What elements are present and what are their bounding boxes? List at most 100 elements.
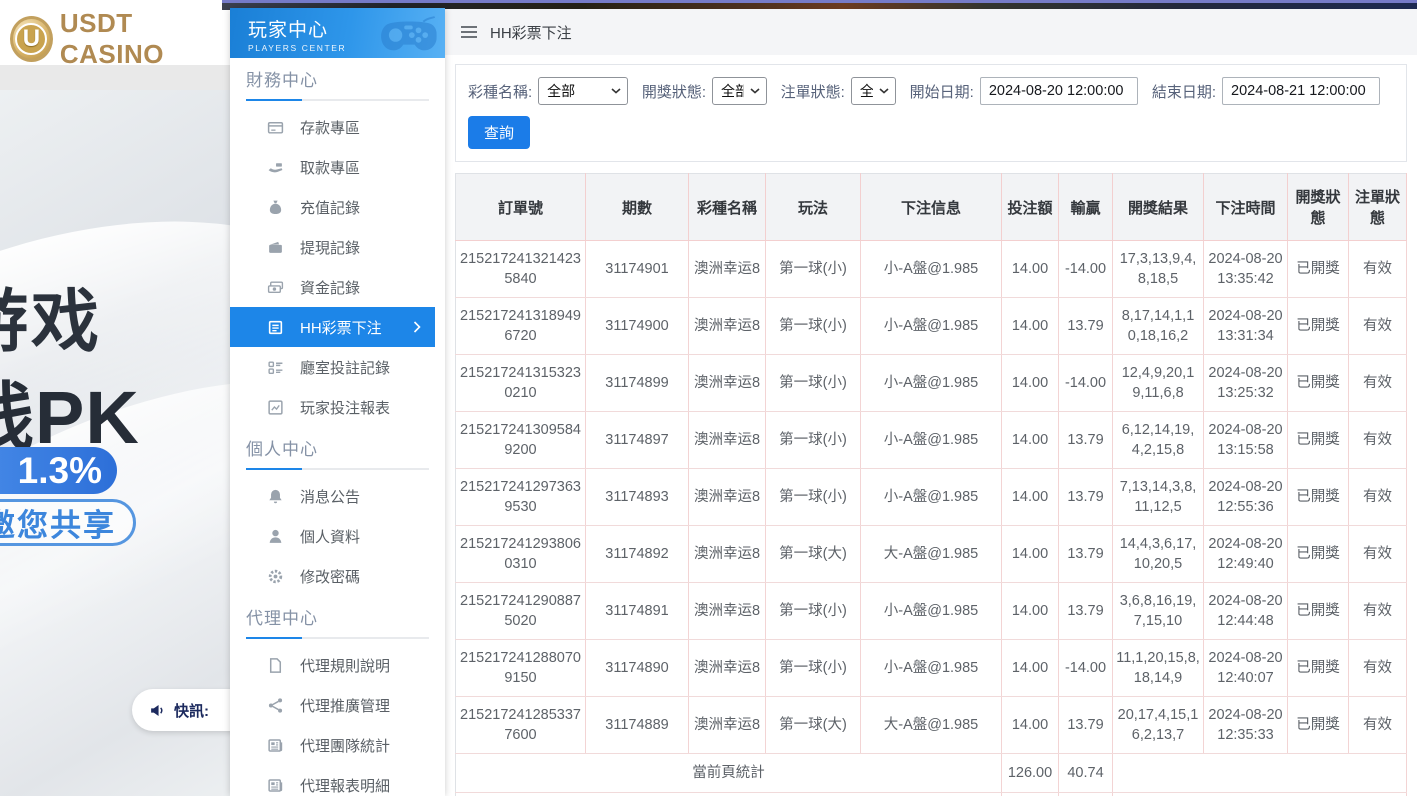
table-cell: 2152172412880709150: [456, 640, 586, 697]
sidebar-item-hh-lottery-bets[interactable]: HH彩票下注: [230, 307, 435, 347]
summary-empty: [1113, 754, 1407, 793]
lottery-name-select[interactable]: 全部: [538, 77, 628, 105]
table-row: 215217241285337760031174889澳洲幸运8第一球(大)大-…: [456, 697, 1407, 754]
section-divider: [246, 99, 429, 101]
summary-bet-total: 126.00: [1002, 793, 1059, 796]
table-cell: 20,17,4,15,16,2,13,7: [1113, 697, 1204, 754]
sidebar-item-profile[interactable]: 個人資料: [230, 516, 435, 556]
column-header: 訂單號: [456, 174, 586, 241]
table-cell: 澳洲幸运8: [689, 697, 766, 754]
sidebar-item-funds-record[interactable]: 資金記錄: [230, 267, 435, 307]
table-cell: 2024-08-20 12:44:48: [1204, 583, 1288, 640]
sidebar-section-title: 個人中心: [230, 427, 445, 470]
table-cell: 14.00: [1002, 412, 1059, 469]
table-row: 215217241297363953031174893澳洲幸运8第一球(小)小-…: [456, 469, 1407, 526]
table-cell: 2024-08-20 13:31:34: [1204, 298, 1288, 355]
end-date-input[interactable]: [1222, 77, 1380, 105]
banner-headline-1: 游戏: [0, 266, 102, 365]
table-row: 215217241315323021031174899澳洲幸运8第一球(小)小-…: [456, 355, 1407, 412]
table-row: 215217241318949672031174900澳洲幸运8第一球(小)小-…: [456, 298, 1407, 355]
sidebar-item-change-password[interactable]: 修改密碼: [230, 556, 435, 596]
table-cell: 31174900: [586, 298, 689, 355]
summary-row: 總統計126.0040.74: [456, 793, 1407, 796]
table-cell: 第一球(小): [766, 241, 861, 298]
table-cell: 小-A盤@1.985: [861, 583, 1002, 640]
news-icon: [266, 737, 284, 754]
table-cell: 13.79: [1059, 697, 1113, 754]
table-cell: 17,3,13,9,4,8,18,5: [1113, 241, 1204, 298]
summary-row: 當前頁統計126.0040.74: [456, 754, 1407, 793]
sidebar-item-withdraw-zone[interactable]: 取款專區: [230, 147, 435, 187]
table-cell: 12,4,9,20,19,11,6,8: [1113, 355, 1204, 412]
table-cell: 11,1,20,15,8,18,14,9: [1113, 640, 1204, 697]
table-cell: 大-A盤@1.985: [861, 697, 1002, 754]
start-date-input[interactable]: [980, 77, 1138, 105]
table-cell: 2024-08-20 12:49:40: [1204, 526, 1288, 583]
table-cell: 2024-08-20 12:40:07: [1204, 640, 1288, 697]
table-cell: 2152172412973639530: [456, 469, 586, 526]
sidebar-item-cashout-record[interactable]: 提現記錄: [230, 227, 435, 267]
sidebar-item-room-bet-record[interactable]: 廳室投註記錄: [230, 347, 435, 387]
order-status-select[interactable]: 全部: [851, 77, 896, 105]
gear-icon: [266, 568, 284, 585]
screen: U USDT CASINO 游戏 线PK 1.3% 邀您共享 快訊:: [0, 0, 1417, 796]
table-row: 215217241293806031031174892澳洲幸运8第一球(大)大-…: [456, 526, 1407, 583]
table-cell: 31174899: [586, 355, 689, 412]
money-bag-icon: [266, 199, 284, 216]
bell-icon: [266, 488, 284, 505]
draw-status-select[interactable]: 全部: [712, 77, 767, 105]
table-cell: 31174889: [586, 697, 689, 754]
sidebar-item-agent-rules[interactable]: 代理規則說明: [230, 645, 435, 685]
sidebar-item-label: 代理推廣管理: [300, 695, 390, 716]
table-cell: 2024-08-20 12:35:33: [1204, 697, 1288, 754]
sidebar-item-player-bet-report[interactable]: 玩家投注報表: [230, 387, 435, 427]
sidebar-item-label: 提現記錄: [300, 237, 360, 258]
table-cell: 澳洲幸运8: [689, 526, 766, 583]
table-cell: 2152172413095849200: [456, 412, 586, 469]
news-ticker[interactable]: 快訊:: [132, 689, 230, 731]
draw-status-label: 開獎狀態:: [642, 81, 706, 102]
sidebar-item-agent-team-stats[interactable]: 代理團隊統計: [230, 725, 435, 765]
table-cell: 有效: [1349, 526, 1407, 583]
sidebar-item-label: 充值記錄: [300, 197, 360, 218]
column-header: 注單狀態: [1349, 174, 1407, 241]
table-cell: 2152172412938060310: [456, 526, 586, 583]
table-cell: 澳洲幸运8: [689, 355, 766, 412]
site-header-band: U USDT CASINO: [0, 0, 230, 65]
sidebar-item-recharge-record[interactable]: 充值記錄: [230, 187, 435, 227]
sidebar-item-agent-promotion[interactable]: 代理推廣管理: [230, 685, 435, 725]
hamburger-icon[interactable]: [460, 25, 478, 39]
gamepad-icon: [379, 16, 437, 58]
table-cell: 有效: [1349, 697, 1407, 754]
table-cell: 3,6,8,16,19,7,15,10: [1113, 583, 1204, 640]
card-icon: [266, 119, 284, 136]
table-cell: -14.00: [1059, 640, 1113, 697]
table-cell: 13.79: [1059, 412, 1113, 469]
search-button[interactable]: 查詢: [468, 116, 530, 149]
page-title: HH彩票下注: [490, 22, 572, 43]
site-logo[interactable]: U USDT CASINO: [10, 8, 230, 70]
table-cell: 澳洲幸运8: [689, 583, 766, 640]
table-cell: 小-A盤@1.985: [861, 469, 1002, 526]
table-cell: 7,13,14,3,8,11,12,5: [1113, 469, 1204, 526]
sidebar-item-announcements[interactable]: 消息公告: [230, 476, 435, 516]
table-cell: 小-A盤@1.985: [861, 640, 1002, 697]
person-icon: [266, 528, 284, 545]
table-cell: 13.79: [1059, 469, 1113, 526]
sidebar-item-label: 存款專區: [300, 117, 360, 138]
sidebar-item-label: 玩家投注報表: [300, 397, 390, 418]
bets-table-body: 215217241321423584031174901澳洲幸运8第一球(小)小-…: [456, 241, 1407, 796]
sidebar: 玩家中心 PLAYERS CENTER 財務中心存款專區取款專區充值記錄提現記錄…: [230, 8, 445, 796]
list-layout-icon: [266, 359, 284, 376]
report-chart-icon: [266, 399, 284, 416]
table-cell: 14.00: [1002, 697, 1059, 754]
column-header: 投注額: [1002, 174, 1059, 241]
sidebar-item-label: 取款專區: [300, 157, 360, 178]
news-icon: [266, 777, 284, 794]
invite-badge: 邀您共享: [0, 499, 136, 546]
page-header: HH彩票下注: [445, 9, 1417, 55]
sidebar-item-agent-report-detail[interactable]: 代理報表明細: [230, 765, 435, 796]
table-cell: 第一球(小): [766, 355, 861, 412]
sidebar-item-deposit-zone[interactable]: 存款專區: [230, 107, 435, 147]
table-cell: 已開獎: [1288, 526, 1349, 583]
